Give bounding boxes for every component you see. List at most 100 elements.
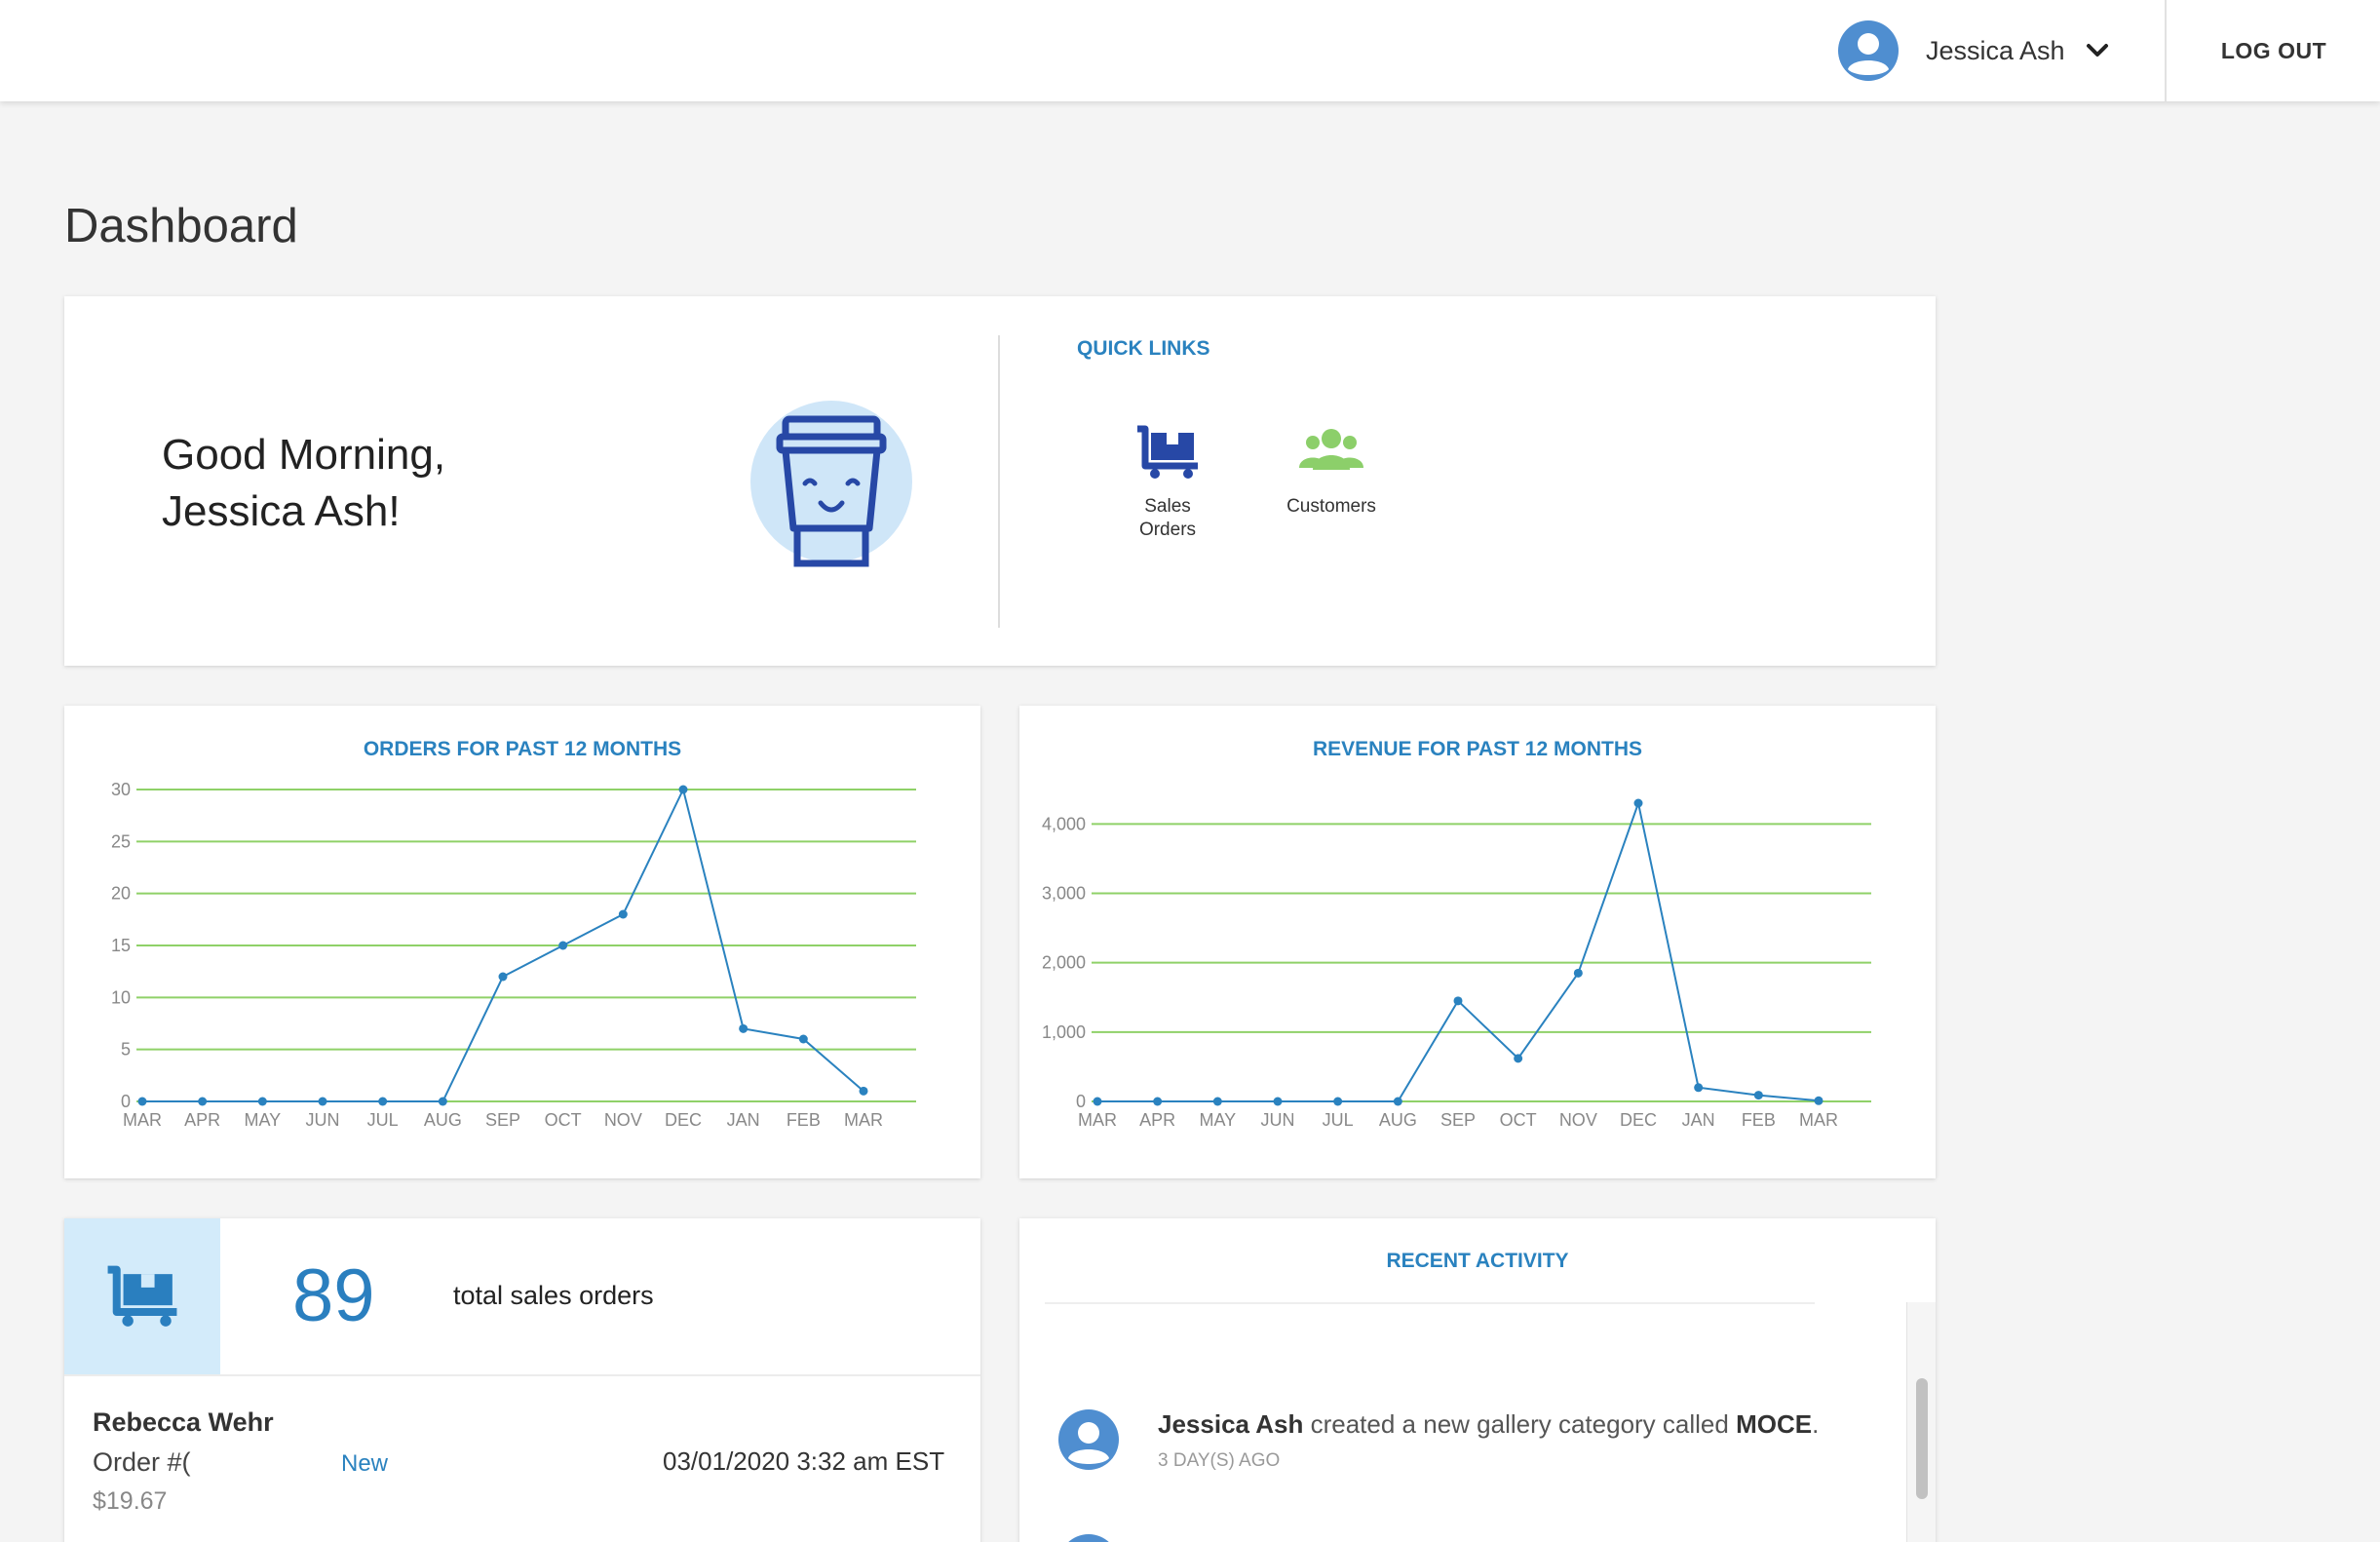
quick-links-title: QUICK LINKS — [1077, 337, 1210, 360]
data-point[interactable] — [1333, 1097, 1343, 1106]
x-tick-label: SEP — [485, 1110, 520, 1130]
data-point[interactable] — [198, 1097, 208, 1106]
x-tick-label: DEC — [1620, 1110, 1657, 1130]
data-point[interactable] — [1153, 1097, 1163, 1106]
activity-object: MOCE — [1736, 1409, 1813, 1439]
data-point[interactable] — [1453, 996, 1463, 1006]
y-tick-label: 5 — [121, 1040, 131, 1060]
x-tick-label: APR — [1139, 1110, 1175, 1130]
x-tick-label: FEB — [1742, 1110, 1776, 1130]
quick-link-sales-label-1: Sales — [1144, 496, 1191, 517]
y-tick-label: 4,000 — [1042, 814, 1086, 833]
data-point[interactable] — [137, 1097, 147, 1106]
activity-scrollbar[interactable] — [1906, 1302, 1936, 1542]
order-number: Order #( — [93, 1447, 191, 1477]
data-point[interactable] — [1393, 1097, 1402, 1106]
cart-icon — [1137, 425, 1198, 479]
x-tick-label: JAN — [727, 1110, 760, 1130]
x-tick-label: SEP — [1440, 1110, 1476, 1130]
x-tick-label: NOV — [604, 1110, 642, 1130]
data-point[interactable] — [558, 941, 568, 950]
sales-orders-summary-card: 89 total sales orders Rebecca Wehr Order… — [64, 1218, 980, 1542]
data-point[interactable] — [1753, 1091, 1763, 1100]
quick-link-sales-orders[interactable]: Sales Orders — [1090, 425, 1246, 542]
x-tick-label: MAY — [1199, 1110, 1236, 1130]
revenue-chart-card: REVENUE FOR PAST 12 MONTHS 0 1,000 2,000 3,0… — [1019, 706, 1936, 1178]
y-tick-label: 0 — [121, 1092, 131, 1111]
sales-icon-box — [64, 1218, 220, 1374]
data-point[interactable] — [318, 1097, 327, 1106]
activity-divider — [1045, 1302, 1815, 1304]
x-tick-label: JUL — [1323, 1110, 1354, 1130]
y-tick-label: 1,000 — [1042, 1022, 1086, 1042]
user-menu[interactable]: Jessica Ash — [1836, 16, 2110, 86]
data-point[interactable] — [1212, 1097, 1222, 1106]
x-tick-label: DEC — [665, 1110, 702, 1130]
data-point[interactable] — [859, 1086, 868, 1096]
order-date: 03/01/2020 3:32 am EST — [663, 1446, 945, 1476]
user-avatar-icon — [1838, 20, 1899, 81]
logout-button[interactable]: LOG OUT — [2168, 0, 2380, 101]
data-point[interactable] — [798, 1034, 808, 1044]
order-amount: $19.67 — [93, 1487, 168, 1515]
data-point[interactable] — [1273, 1097, 1283, 1106]
x-tick-label: AUG — [1379, 1110, 1417, 1130]
greeting-text: Good Morning, Jessica Ash! — [162, 427, 445, 540]
x-tick-label: JUN — [1261, 1110, 1295, 1130]
activity-suffix: . — [1812, 1409, 1820, 1439]
quick-link-sales-label-2: Orders — [1138, 520, 1197, 540]
x-tick-label: MAR — [1799, 1110, 1838, 1130]
data-point[interactable] — [1573, 968, 1583, 978]
data-point[interactable] — [678, 785, 688, 794]
recent-activity-title: RECENT ACTIVITY — [1386, 1250, 1569, 1272]
data-point[interactable] — [739, 1023, 749, 1033]
data-point[interactable] — [1093, 1097, 1102, 1106]
order-status-link[interactable]: New — [341, 1450, 388, 1478]
greeting-divider — [998, 335, 1000, 628]
coffee-cup-icon — [750, 401, 912, 567]
quick-link-customers-label: Customers — [1286, 496, 1376, 517]
revenue-chart: REVENUE FOR PAST 12 MONTHS 0 1,000 2,000 3,0… — [1042, 738, 1871, 1130]
greeting-card: Good Morning, Jessica Ash! QUICK LINKS S… — [64, 296, 1936, 666]
x-tick-label: JUL — [367, 1110, 399, 1130]
y-tick-label: 0 — [1076, 1092, 1086, 1111]
data-point[interactable] — [1694, 1083, 1704, 1093]
total-sales-count: 89 — [292, 1254, 375, 1337]
data-point[interactable] — [438, 1097, 447, 1106]
order-customer-name[interactable]: Rebecca Wehr — [93, 1407, 274, 1438]
x-tick-label: NOV — [1559, 1110, 1597, 1130]
orders-chart-card: ORDERS FOR PAST 12 MONTHS 0 5 10 15 20 25 30 MAR… — [64, 706, 980, 1178]
data-point[interactable] — [378, 1097, 388, 1106]
data-point[interactable] — [498, 972, 508, 982]
chart-title: ORDERS FOR PAST 12 MONTHS — [364, 738, 681, 760]
y-tick-label: 20 — [111, 884, 131, 904]
y-tick-label: 30 — [111, 780, 131, 799]
x-tick-label: JAN — [1682, 1110, 1715, 1130]
data-point[interactable] — [1814, 1096, 1823, 1105]
x-tick-label: AUG — [424, 1110, 462, 1130]
data-point[interactable] — [1514, 1054, 1523, 1063]
activity-user-avatar-icon — [1058, 1409, 1119, 1470]
series-line — [1097, 799, 1820, 1102]
data-point[interactable] — [257, 1097, 267, 1106]
scrollbar-thumb[interactable] — [1916, 1378, 1928, 1499]
y-tick-label: 3,000 — [1042, 884, 1086, 904]
people-icon — [1299, 429, 1363, 470]
recent-activity-card: RECENT ACTIVITY Jessica Ash created a ne… — [1019, 1218, 1936, 1542]
greeting-line-1: Good Morning, — [162, 431, 446, 479]
x-tick-label: MAR — [123, 1110, 162, 1130]
user-name: Jessica Ash — [1926, 35, 2065, 65]
activity-user-avatar-icon — [1068, 1534, 1109, 1542]
y-tick-label: 25 — [111, 831, 131, 851]
x-tick-label: MAY — [244, 1110, 281, 1130]
x-tick-label: OCT — [1500, 1110, 1537, 1130]
y-tick-label: 2,000 — [1042, 953, 1086, 973]
quick-link-customers[interactable]: Customers — [1253, 425, 1409, 519]
data-point[interactable] — [1633, 798, 1643, 808]
total-sales-label: total sales orders — [453, 1281, 654, 1310]
data-point[interactable] — [618, 909, 628, 919]
x-tick-label: MAR — [844, 1110, 883, 1130]
activity-time: 3 DAY(S) AGO — [1158, 1450, 1281, 1471]
x-tick-label: APR — [184, 1110, 220, 1130]
chevron-down-icon — [2086, 44, 2108, 57]
